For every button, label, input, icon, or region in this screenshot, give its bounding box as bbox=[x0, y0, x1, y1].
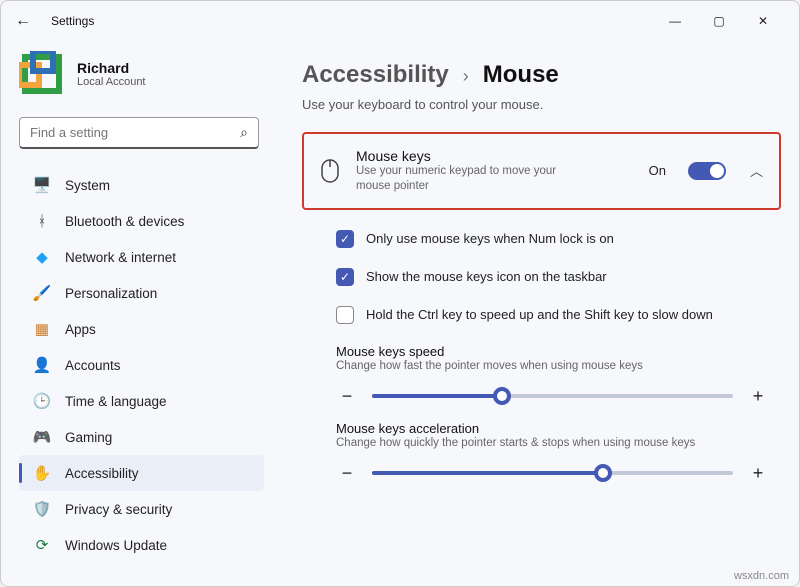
window-title: Settings bbox=[51, 14, 653, 28]
slider-title: Mouse keys acceleration bbox=[336, 421, 775, 436]
nav-item-apps[interactable]: ▦ Apps bbox=[19, 311, 264, 347]
nav-item-privacy-security[interactable]: 🛡️ Privacy & security bbox=[19, 491, 264, 527]
nav-item-accounts[interactable]: 👤 Accounts bbox=[19, 347, 264, 383]
slider-block: Mouse keys accelerationChange how quickl… bbox=[330, 411, 781, 488]
nav-icon: 🕒 bbox=[31, 392, 53, 410]
nav-item-personalization[interactable]: 🖌️ Personalization bbox=[19, 275, 264, 311]
slider-block: Mouse keys speedChange how fast the poin… bbox=[330, 334, 781, 411]
slider-thumb[interactable] bbox=[493, 387, 511, 405]
breadcrumb: Accessibility › Mouse bbox=[302, 61, 781, 89]
plus-button[interactable]: + bbox=[747, 386, 769, 407]
window-controls: — ▢ ✕ bbox=[653, 6, 785, 36]
nav-item-network-internet[interactable]: ◆ Network & internet bbox=[19, 239, 264, 275]
nav-icon: ᚼ bbox=[31, 213, 53, 230]
minus-button[interactable]: − bbox=[336, 386, 358, 407]
nav-label: Windows Update bbox=[65, 538, 167, 553]
nav-item-time-language[interactable]: 🕒 Time & language bbox=[19, 383, 264, 419]
nav-label: Time & language bbox=[65, 394, 167, 409]
back-button[interactable]: ← bbox=[15, 12, 39, 30]
content-area: Richard Local Account ⌕ 🖥️ System ᚼ Bluetoo… bbox=[1, 41, 799, 586]
card-desc: Use your numeric keypad to move your mou… bbox=[356, 164, 576, 194]
slider-row: −+ bbox=[336, 463, 775, 484]
nav-icon: 🛡️ bbox=[31, 500, 53, 518]
nav-icon: 🖌️ bbox=[31, 284, 53, 302]
slider-track[interactable] bbox=[372, 394, 733, 398]
nav-icon: ⟳ bbox=[31, 536, 53, 554]
mouse-keys-toggle[interactable] bbox=[688, 162, 726, 180]
search-box[interactable]: ⌕ bbox=[19, 117, 259, 149]
plus-button[interactable]: + bbox=[747, 463, 769, 484]
profile-sub: Local Account bbox=[77, 76, 146, 88]
nav-icon: 🎮 bbox=[31, 428, 53, 446]
nav-label: Accounts bbox=[65, 358, 121, 373]
nav-label: Network & internet bbox=[65, 250, 176, 265]
nav-item-accessibility[interactable]: ✋ Accessibility bbox=[19, 455, 264, 491]
slider-desc: Change how fast the pointer moves when u… bbox=[336, 360, 775, 372]
nav-icon: 👤 bbox=[31, 356, 53, 374]
mouse-keys-sublist: ✓ Only use mouse keys when Num lock is on… bbox=[330, 220, 781, 488]
breadcrumb-parent[interactable]: Accessibility bbox=[302, 61, 449, 89]
toggle-state-label: On bbox=[649, 163, 666, 178]
titlebar: ← Settings — ▢ ✕ bbox=[1, 1, 799, 41]
nav-icon: 🖥️ bbox=[31, 176, 53, 194]
slider-fill bbox=[372, 394, 502, 398]
avatar bbox=[19, 51, 65, 97]
close-button[interactable]: ✕ bbox=[741, 6, 785, 36]
search-input[interactable] bbox=[30, 125, 240, 140]
checkbox-row[interactable]: ✓ Show the mouse keys icon on the taskbar bbox=[330, 258, 781, 296]
checkbox-label: Hold the Ctrl key to speed up and the Sh… bbox=[366, 307, 713, 322]
profile-block[interactable]: Richard Local Account bbox=[19, 51, 264, 97]
mouse-icon bbox=[320, 159, 340, 183]
checkbox[interactable]: ✓ bbox=[336, 268, 354, 286]
nav-item-bluetooth-devices[interactable]: ᚼ Bluetooth & devices bbox=[19, 203, 264, 239]
main-panel: Accessibility › Mouse Use your keyboard … bbox=[276, 41, 799, 586]
slider-thumb[interactable] bbox=[594, 464, 612, 482]
slider-row: −+ bbox=[336, 386, 775, 407]
nav-label: System bbox=[65, 178, 110, 193]
nav-icon: ✋ bbox=[31, 464, 53, 482]
nav-item-system[interactable]: 🖥️ System bbox=[19, 167, 264, 203]
checkbox-row[interactable]: ✓ Only use mouse keys when Num lock is on bbox=[330, 220, 781, 258]
checkbox-label: Only use mouse keys when Num lock is on bbox=[366, 231, 614, 246]
nav-label: Gaming bbox=[65, 430, 112, 445]
minus-button[interactable]: − bbox=[336, 463, 358, 484]
maximize-button[interactable]: ▢ bbox=[697, 6, 741, 36]
slider-title: Mouse keys speed bbox=[336, 344, 775, 359]
search-icon: ⌕ bbox=[240, 124, 248, 141]
nav-label: Accessibility bbox=[65, 466, 139, 481]
nav-icon: ▦ bbox=[31, 320, 53, 338]
nav-label: Personalization bbox=[65, 286, 157, 301]
breadcrumb-current: Mouse bbox=[483, 61, 559, 89]
mouse-keys-card[interactable]: Mouse keys Use your numeric keypad to mo… bbox=[302, 132, 781, 210]
card-title: Mouse keys bbox=[356, 148, 633, 164]
slider-desc: Change how quickly the pointer starts & … bbox=[336, 437, 775, 449]
checkbox[interactable]: ✓ bbox=[336, 230, 354, 248]
settings-window: ← Settings — ▢ ✕ Richard Local Account bbox=[0, 0, 800, 587]
nav-icon: ◆ bbox=[31, 248, 53, 266]
nav-item-windows-update[interactable]: ⟳ Windows Update bbox=[19, 527, 264, 563]
nav-label: Bluetooth & devices bbox=[65, 214, 184, 229]
nav-label: Apps bbox=[65, 322, 96, 337]
chevron-up-icon[interactable]: ︿ bbox=[750, 161, 763, 180]
checkbox-row[interactable]: Hold the Ctrl key to speed up and the Sh… bbox=[330, 296, 781, 334]
minimize-button[interactable]: — bbox=[653, 6, 697, 36]
nav-item-gaming[interactable]: 🎮 Gaming bbox=[19, 419, 264, 455]
slider-track[interactable] bbox=[372, 471, 733, 475]
chevron-right-icon: › bbox=[463, 66, 469, 87]
page-subtitle: Use your keyboard to control your mouse. bbox=[302, 97, 781, 112]
nav-list: 🖥️ System ᚼ Bluetooth & devices ◆ Network & i… bbox=[19, 167, 264, 563]
nav-label: Privacy & security bbox=[65, 502, 172, 517]
checkbox[interactable] bbox=[336, 306, 354, 324]
watermark: wsxdn.com bbox=[734, 570, 789, 582]
slider-fill bbox=[372, 471, 603, 475]
sidebar: Richard Local Account ⌕ 🖥️ System ᚼ Bluetoo… bbox=[1, 41, 276, 586]
checkbox-label: Show the mouse keys icon on the taskbar bbox=[366, 269, 607, 284]
profile-name: Richard bbox=[77, 60, 146, 76]
